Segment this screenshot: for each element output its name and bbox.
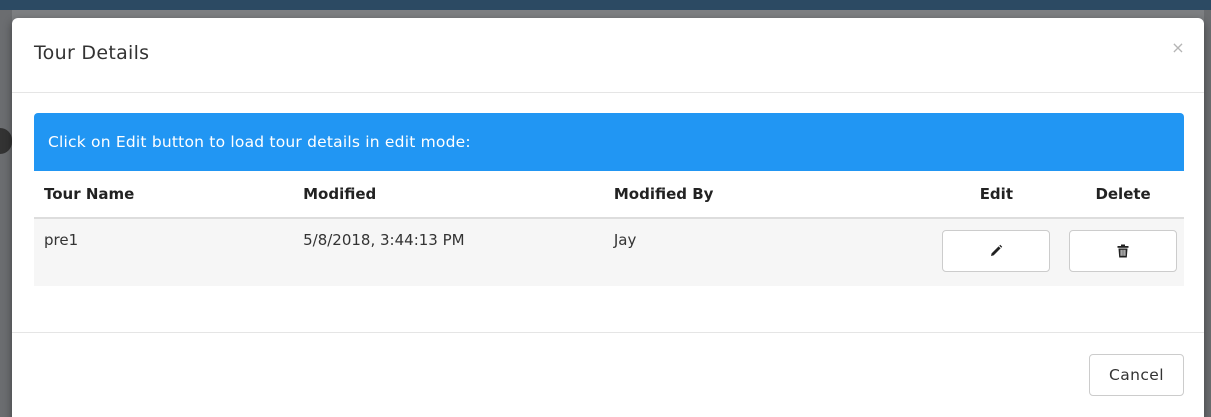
- modal-footer: Cancel: [12, 332, 1204, 417]
- column-header-edit: Edit: [930, 171, 1063, 219]
- table-row: pre1 5/8/2018, 3:44:13 PM Jay: [34, 218, 1184, 286]
- backdrop-page-header: [0, 0, 1211, 10]
- modal-title: Tour Details: [34, 42, 150, 64]
- column-header-modified: Modified: [303, 171, 614, 219]
- cancel-button[interactable]: Cancel: [1089, 354, 1184, 396]
- cell-tour-name: pre1: [34, 218, 304, 286]
- table-header-row: Tour Name Modified Modified By Edit Dele…: [34, 171, 1184, 219]
- backdrop-right-edge: [1204, 10, 1211, 417]
- edit-button[interactable]: [942, 230, 1051, 272]
- cell-delete: [1062, 218, 1184, 286]
- trash-icon: [1117, 244, 1129, 258]
- column-header-tour-name: Tour Name: [34, 171, 304, 219]
- close-icon[interactable]: ×: [1170, 38, 1186, 58]
- modal-header: Tour Details ×: [12, 18, 1204, 93]
- column-header-delete: Delete: [1062, 171, 1184, 219]
- backdrop-left-edge: [0, 10, 12, 417]
- info-alert: Click on Edit button to load tour detail…: [34, 113, 1184, 171]
- tour-details-modal: Tour Details × Click on Edit button to l…: [12, 18, 1204, 417]
- modal-body: Click on Edit button to load tour detail…: [34, 113, 1184, 286]
- cell-modified-by: Jay: [613, 218, 931, 286]
- tours-table: Tour Name Modified Modified By Edit Dele…: [34, 171, 1184, 286]
- pencil-icon: [991, 244, 1003, 256]
- delete-button[interactable]: [1069, 230, 1178, 272]
- cell-modified: 5/8/2018, 3:44:13 PM: [303, 218, 614, 286]
- column-header-modified-by: Modified By: [613, 171, 931, 219]
- cell-edit: [930, 218, 1063, 286]
